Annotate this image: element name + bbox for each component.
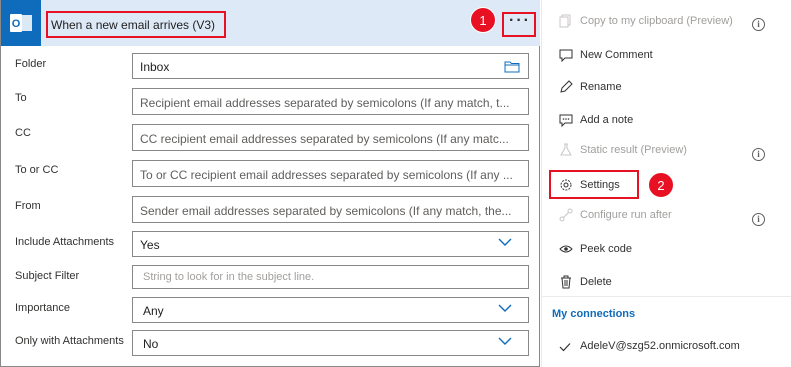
flask-icon bbox=[560, 143, 572, 156]
trigger-card: O When a new email arrives (V3) ··· 1 Fo… bbox=[0, 0, 540, 367]
only-with-attachments-dropdown[interactable]: No bbox=[132, 330, 529, 356]
subject-filter-label: Subject Filter bbox=[15, 270, 80, 282]
trash-icon bbox=[561, 275, 571, 289]
menu-divider bbox=[541, 296, 791, 297]
gear-icon bbox=[560, 179, 572, 191]
subject-filter-placeholder: String to look for in the subject line. bbox=[143, 271, 315, 283]
menu-item-configure-run-after: Configure run after bbox=[559, 206, 769, 226]
menu-item-label: Add a note bbox=[580, 114, 634, 126]
to-input[interactable]: Recipient email addresses separated by s… bbox=[132, 88, 529, 115]
eye-icon bbox=[559, 245, 573, 253]
include-attachments-dropdown[interactable]: Yes bbox=[132, 231, 529, 257]
info-icon[interactable]: i bbox=[752, 148, 765, 161]
folder-field[interactable]: Inbox bbox=[132, 53, 529, 79]
chevron-down-icon bbox=[498, 304, 512, 312]
importance-value: Any bbox=[143, 304, 164, 318]
include-attachments-value: Yes bbox=[140, 238, 160, 252]
menu-item-delete[interactable]: Delete bbox=[559, 273, 769, 293]
step-badge-1: 1 bbox=[470, 7, 496, 33]
info-icon[interactable]: i bbox=[752, 18, 765, 31]
menu-item-peek-code[interactable]: Peek code bbox=[559, 240, 769, 260]
comment-icon bbox=[559, 49, 573, 62]
to-placeholder: Recipient email addresses separated by s… bbox=[140, 96, 510, 110]
from-input[interactable]: Sender email addresses separated by semi… bbox=[132, 196, 529, 223]
from-placeholder: Sender email addresses separated by semi… bbox=[140, 204, 512, 218]
pencil-icon bbox=[560, 80, 573, 93]
menu-item-add-a-note[interactable]: Add a note bbox=[559, 111, 769, 131]
menu-item-label: Rename bbox=[580, 81, 622, 93]
folder-picker-icon[interactable] bbox=[504, 60, 520, 73]
menu-item-static-result: Static result (Preview) bbox=[559, 141, 769, 161]
importance-dropdown[interactable]: Any bbox=[132, 297, 529, 323]
folder-label: Folder bbox=[15, 58, 47, 70]
cc-input[interactable]: CC recipient email addresses separated b… bbox=[132, 124, 529, 151]
my-connections-heading: My connections bbox=[552, 308, 636, 320]
menu-item-label: Delete bbox=[580, 276, 612, 288]
more-options-button[interactable]: ··· bbox=[509, 12, 531, 30]
to-or-cc-input[interactable]: To or CC recipient email addresses separ… bbox=[132, 160, 529, 187]
cc-placeholder: CC recipient email addresses separated b… bbox=[140, 132, 509, 146]
to-label: To bbox=[15, 92, 27, 104]
only-with-attachments-value: No bbox=[143, 337, 159, 351]
run-after-icon bbox=[559, 208, 573, 222]
copy-icon bbox=[559, 14, 571, 28]
menu-item-copy-to-clipboard: Copy to my clipboard (Preview) bbox=[559, 12, 769, 32]
step-badge-2: 2 bbox=[648, 172, 674, 198]
only-with-attachments-label: Only with Attachments bbox=[15, 335, 124, 347]
menu-item-label: Peek code bbox=[580, 243, 632, 255]
menu-item-label: Settings bbox=[580, 179, 620, 191]
connection-account: AdeleV@szg52.onmicrosoft.com bbox=[580, 340, 740, 352]
menu-item-label: Configure run after bbox=[580, 209, 672, 221]
menu-item-label: New Comment bbox=[580, 49, 653, 61]
from-label: From bbox=[15, 200, 41, 212]
menu-item-new-comment[interactable]: New Comment bbox=[559, 46, 769, 66]
chevron-down-icon bbox=[498, 337, 512, 345]
menu-item-label: Copy to my clipboard (Preview) bbox=[580, 15, 733, 27]
include-attachments-label: Include Attachments bbox=[15, 236, 115, 248]
importance-label: Importance bbox=[15, 302, 71, 314]
cc-label: CC bbox=[15, 127, 31, 139]
menu-item-label: Static result (Preview) bbox=[580, 144, 687, 156]
outlook-icon: O bbox=[1, 0, 41, 46]
menu-item-rename[interactable]: Rename bbox=[559, 78, 769, 98]
subject-filter-input[interactable]: String to look for in the subject line. bbox=[132, 265, 529, 289]
folder-value: Inbox bbox=[140, 60, 170, 74]
note-icon bbox=[559, 114, 573, 127]
to-or-cc-placeholder: To or CC recipient email addresses separ… bbox=[140, 168, 513, 182]
info-icon[interactable]: i bbox=[752, 213, 765, 226]
chevron-down-icon bbox=[498, 238, 512, 246]
svg-text:O: O bbox=[12, 18, 21, 30]
to-or-cc-label: To or CC bbox=[15, 164, 59, 176]
checkmark-icon bbox=[559, 343, 571, 352]
trigger-title[interactable]: When a new email arrives (V3) bbox=[51, 18, 215, 32]
